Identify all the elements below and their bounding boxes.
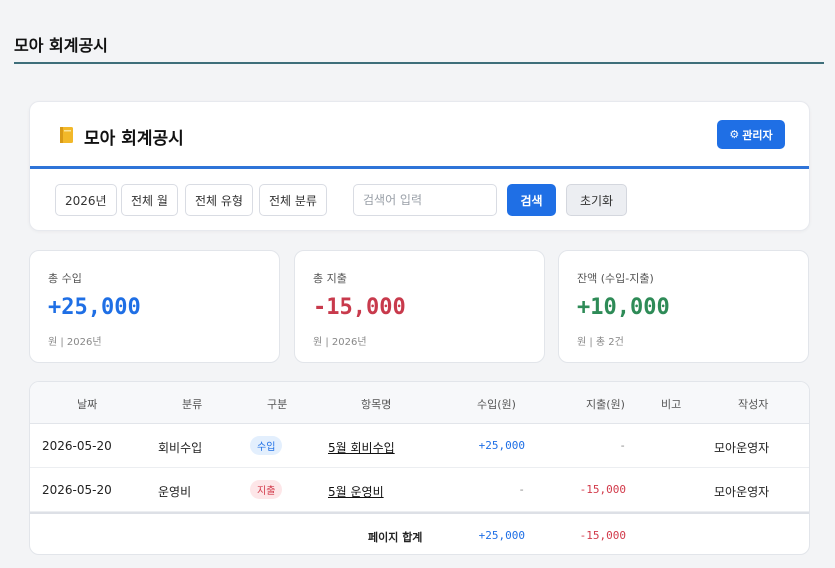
admin-button-label: 관리자 bbox=[742, 128, 773, 142]
kind-badge: 수입 bbox=[250, 436, 283, 455]
column-header-expense: 지출(원) bbox=[586, 398, 625, 411]
kind-badge: 지출 bbox=[250, 480, 283, 499]
column-header-item: 항목명 bbox=[361, 398, 392, 411]
ledger-table: 날짜 분류 구분 항목명 수입(원) 지출(원) 비고 작성자 2026-05-… bbox=[29, 381, 810, 555]
type-select[interactable]: 전체 유형 bbox=[185, 184, 253, 216]
page-total-label: 페이지 합계 bbox=[368, 531, 423, 544]
month-select[interactable]: 전체 월 bbox=[121, 184, 178, 216]
cell-author: 모아운영자 bbox=[714, 485, 770, 499]
category-select[interactable]: 전체 분류 bbox=[259, 184, 327, 216]
income-stat-label: 총 수입 bbox=[48, 272, 82, 285]
page-total-expense: -15,000 bbox=[579, 529, 626, 542]
balance-stat-value: +10,000 bbox=[577, 295, 670, 320]
column-header-date: 날짜 bbox=[77, 398, 98, 411]
expense-stat-value: -15,000 bbox=[313, 295, 406, 320]
column-header-author: 작성자 bbox=[738, 398, 769, 411]
cell-category: 회비수입 bbox=[158, 441, 203, 455]
column-header-kind: 구분 bbox=[267, 398, 288, 411]
page-total-income: +25,000 bbox=[478, 529, 525, 542]
cell-date: 2026-05-20 bbox=[42, 483, 112, 497]
expense-stat-sub: 원 | 2026년 bbox=[313, 337, 367, 348]
year-select[interactable]: 2026년 bbox=[55, 184, 117, 216]
cell-expense: - bbox=[619, 439, 626, 452]
search-button[interactable]: 검색 bbox=[507, 184, 556, 216]
item-link[interactable]: 5월 회비수입 bbox=[328, 439, 395, 456]
expense-stat-label: 총 지출 bbox=[313, 272, 347, 285]
table-row: 2026-05-20 회비수입 수입 5월 회비수입 +25,000 - 모아운… bbox=[30, 424, 809, 468]
search-input[interactable] bbox=[353, 184, 497, 216]
item-link[interactable]: 5월 운영비 bbox=[328, 483, 384, 500]
cell-income: +25,000 bbox=[478, 439, 525, 452]
cell-date: 2026-05-20 bbox=[42, 439, 112, 453]
cell-expense: -15,000 bbox=[579, 483, 626, 496]
table-row: 2026-05-20 운영비 지출 5월 운영비 - -15,000 모아운영자 bbox=[30, 468, 809, 512]
column-header-note: 비고 bbox=[661, 398, 682, 411]
reset-button[interactable]: 초기화 bbox=[566, 184, 627, 216]
card-title-row: 모아 회계공시 ⚙ 관리자 bbox=[30, 102, 809, 169]
expense-stat-card: 총 지출 -15,000 원 | 2026년 bbox=[294, 250, 545, 363]
main-card: 모아 회계공시 ⚙ 관리자 2026년 전체 월 전체 유형 전체 분류 검색 … bbox=[29, 101, 810, 231]
cell-category: 운영비 bbox=[158, 485, 192, 499]
income-stat-card: 총 수입 +25,000 원 | 2026년 bbox=[29, 250, 280, 363]
book-icon bbox=[60, 127, 73, 143]
admin-button[interactable]: ⚙ 관리자 bbox=[717, 120, 785, 149]
table-header: 날짜 분류 구분 항목명 수입(원) 지출(원) 비고 작성자 bbox=[30, 382, 809, 424]
page-title: 모아 회계공시 bbox=[14, 36, 108, 55]
balance-stat-card: 잔액 (수입-지출) +10,000 원 | 총 2건 bbox=[558, 250, 809, 363]
table-footer: 페이지 합계 +25,000 -15,000 bbox=[30, 512, 809, 554]
page-header: 모아 회계공시 bbox=[14, 0, 824, 64]
balance-stat-sub: 원 | 총 2건 bbox=[577, 337, 624, 348]
card-title: 모아 회계공시 bbox=[84, 129, 184, 149]
balance-stat-label: 잔액 (수입-지출) bbox=[577, 272, 654, 285]
column-header-category: 분류 bbox=[182, 398, 203, 411]
cell-author: 모아운영자 bbox=[714, 441, 770, 455]
income-stat-sub: 원 | 2026년 bbox=[48, 337, 102, 348]
income-stat-value: +25,000 bbox=[48, 295, 141, 320]
cell-income: - bbox=[518, 483, 525, 496]
column-header-income: 수입(원) bbox=[477, 398, 516, 411]
gear-icon: ⚙ bbox=[729, 128, 740, 141]
